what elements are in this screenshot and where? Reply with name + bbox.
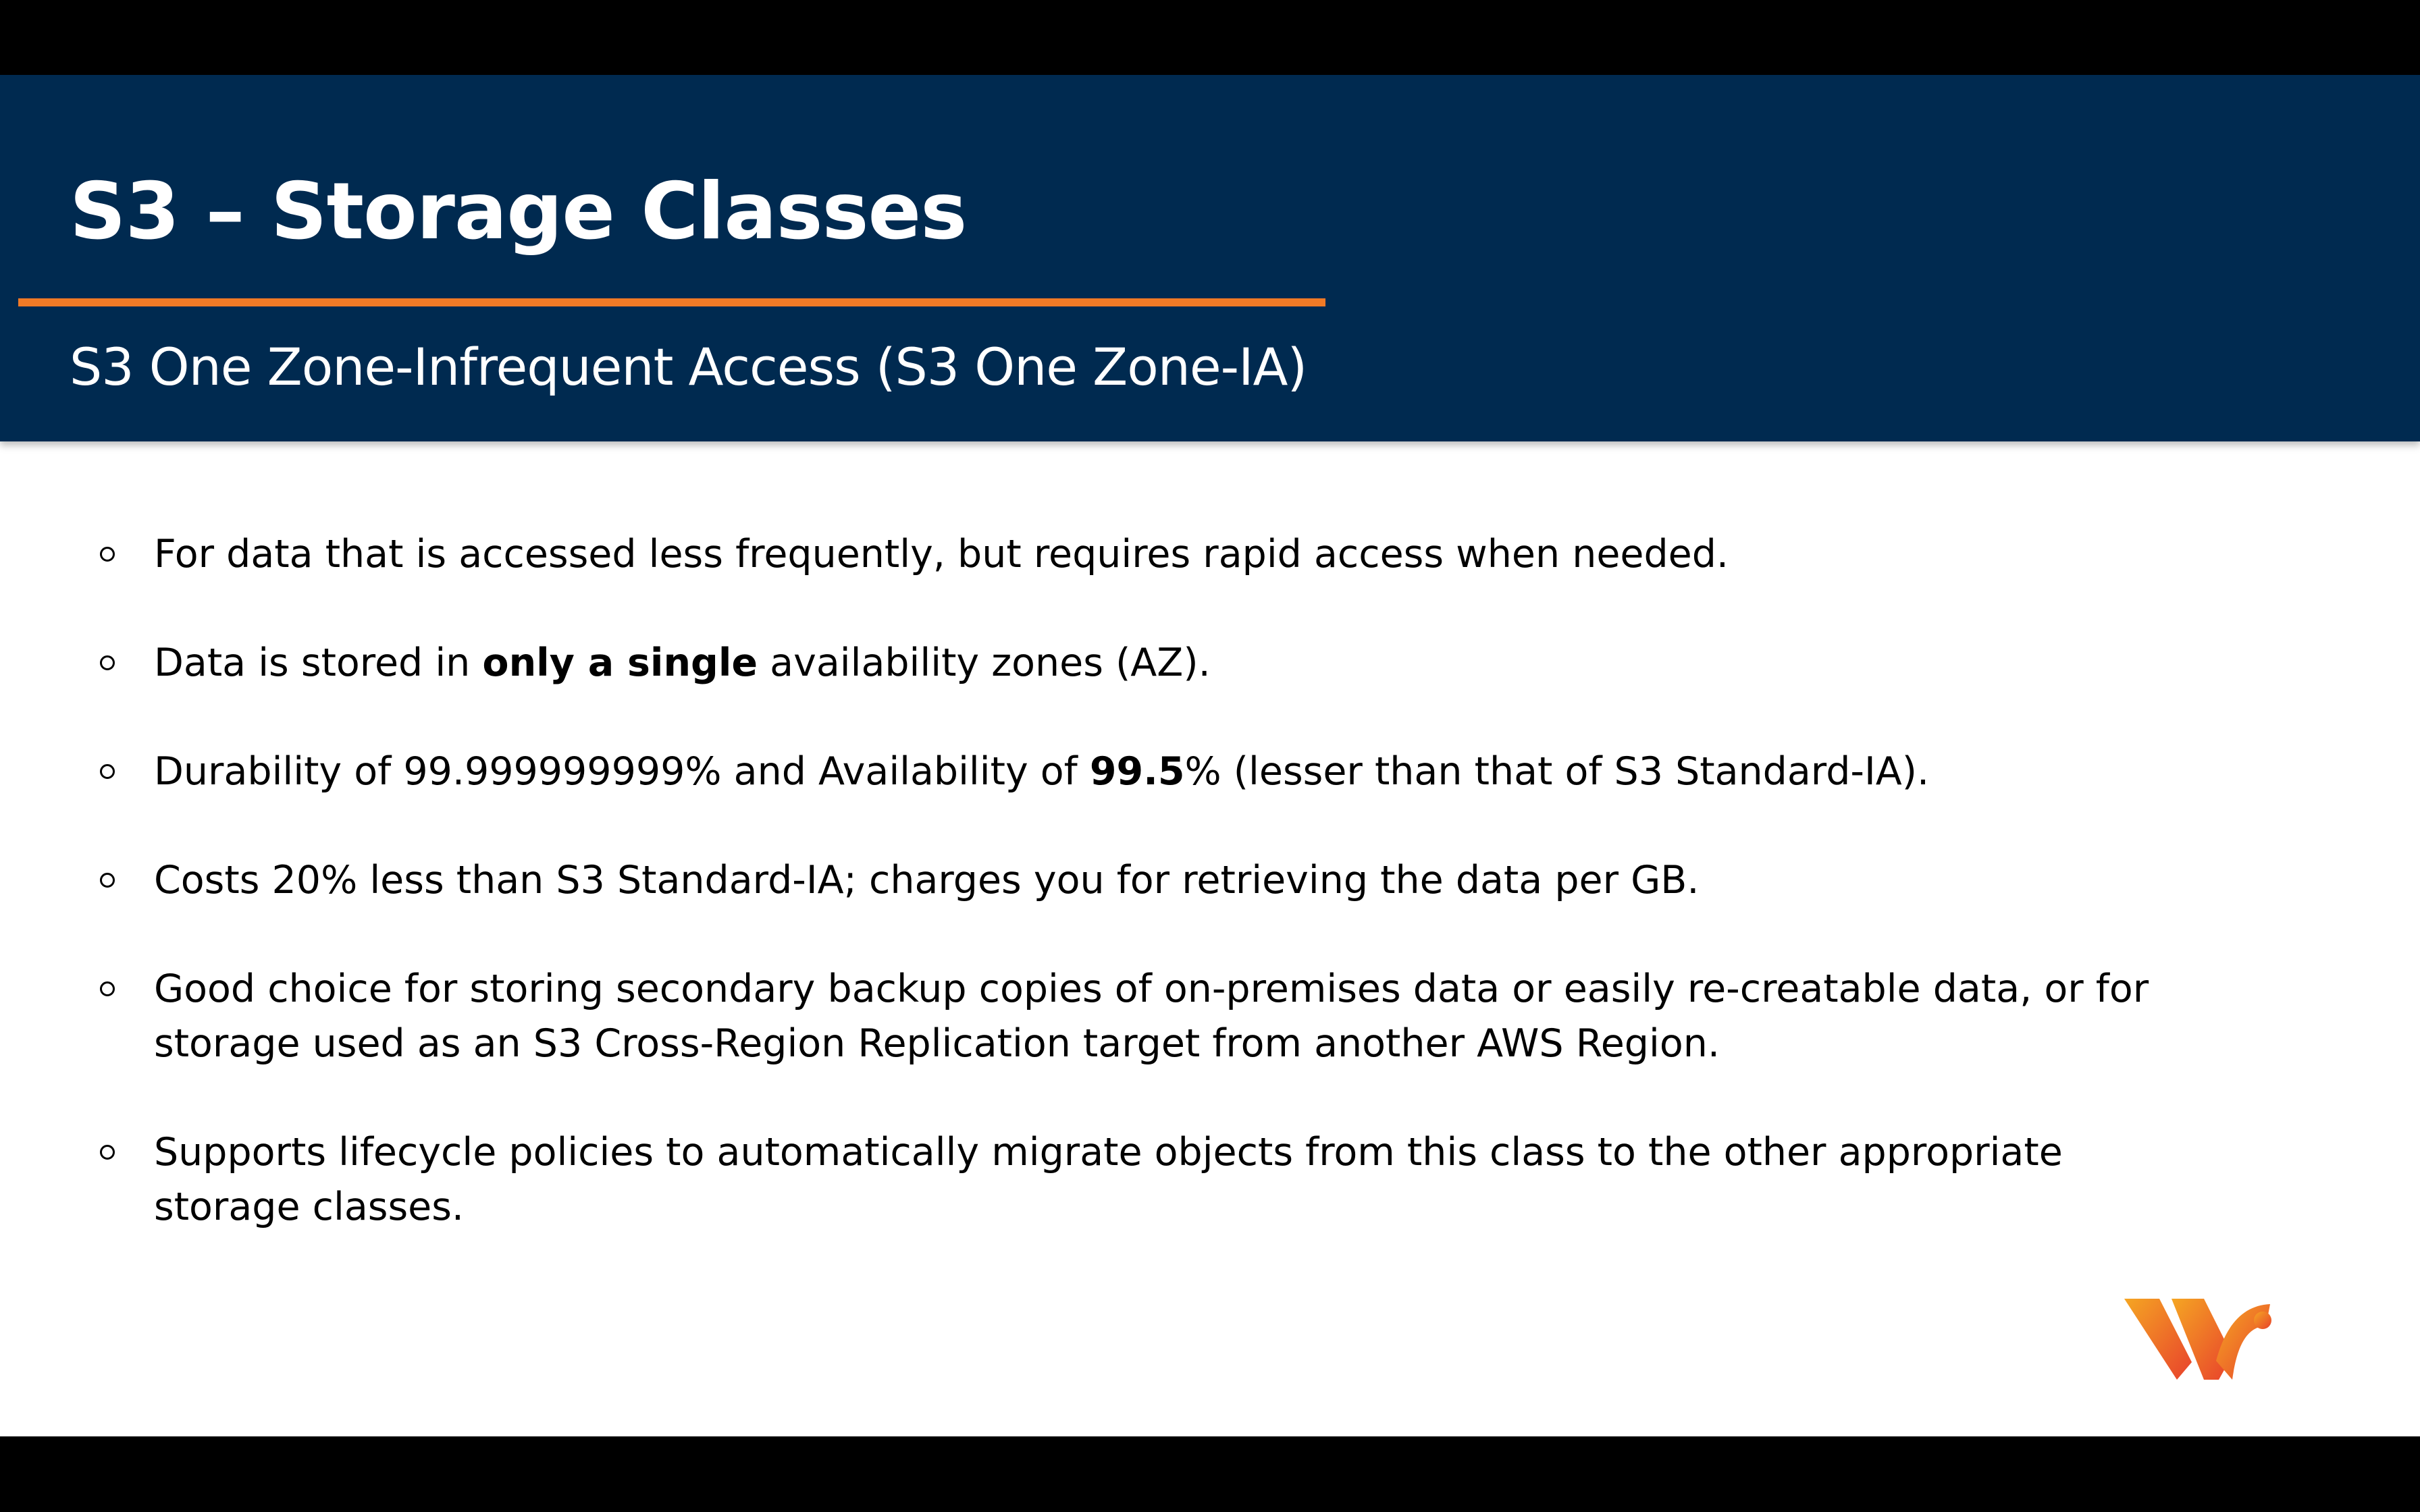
slide-subtitle: S3 One Zone-Infrequent Access (S3 One Zo…: [70, 337, 1307, 397]
bullet-text: Supports lifecycle policies to automatic…: [154, 1130, 2063, 1229]
bullet-text: Good choice for storing secondary backup…: [154, 967, 2149, 1066]
slide-header: S3 – Storage Classes S3 One Zone-Infrequ…: [0, 75, 2420, 441]
bullet-emphasis: only a single: [482, 641, 758, 685]
bullet-text: Durability of 99.999999999% and Availabi…: [154, 749, 1930, 794]
bullet-list: For data that is accessed less frequentl…: [95, 527, 2149, 1289]
bullet-item: Supports lifecycle policies to automatic…: [95, 1125, 2120, 1235]
bullet-circle-icon: [100, 547, 115, 562]
bullet-circle-icon: [100, 981, 115, 996]
bullet-item: Costs 20% less than S3 Standard-IA; char…: [95, 853, 2120, 908]
bullet-item: For data that is accessed less frequentl…: [95, 527, 2120, 582]
bullet-circle-icon: [100, 764, 115, 779]
video-frame: S3 – Storage Classes S3 One Zone-Infrequ…: [0, 0, 2420, 1512]
slide: S3 – Storage Classes S3 One Zone-Infrequ…: [0, 75, 2420, 1436]
bullet-text: Costs 20% less than S3 Standard-IA; char…: [154, 858, 1700, 902]
bullet-item: Good choice for storing secondary backup…: [95, 962, 2149, 1071]
bullet-item: Data is stored in only a single availabi…: [95, 636, 2120, 691]
title-underline: [18, 298, 1325, 306]
bullet-circle-icon: [100, 1145, 115, 1160]
bullet-text: Data is stored in only a single availabi…: [154, 641, 1211, 685]
bullet-circle-icon: [100, 873, 115, 888]
bullet-item: Durability of 99.999999999% and Availabi…: [95, 745, 2120, 799]
bullet-emphasis: 99.5: [1089, 749, 1185, 794]
slide-title: S3 – Storage Classes: [70, 166, 967, 257]
brand-logo-icon: [2124, 1299, 2271, 1380]
bullet-text: For data that is accessed less frequentl…: [154, 532, 1729, 576]
bullet-circle-icon: [100, 655, 115, 670]
